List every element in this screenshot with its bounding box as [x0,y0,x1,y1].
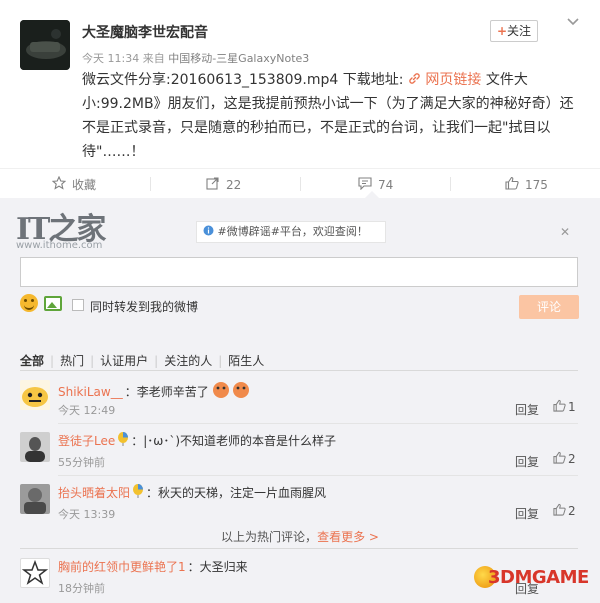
plus-icon: + [496,24,508,38]
balloon-badge-icon [117,432,129,449]
emoji-icon[interactable] [20,294,38,312]
comment-like-count: 2 [568,452,576,466]
follow-label: 关注 [507,24,532,38]
thumbs-up-icon [553,451,566,467]
commenter-avatar[interactable] [20,558,50,588]
web-link[interactable]: 网页链接 [408,72,481,88]
repost-checkbox[interactable] [72,299,84,311]
comment-count: 74 [378,177,394,192]
comment-like-count: 2 [568,504,576,518]
brand-part2: GAME [531,567,589,588]
filter-strangers[interactable]: 陌生人 [228,352,264,369]
comment-time: 55分钟前 [58,456,105,469]
link-icon [408,72,425,88]
ithome-url: www.ithome.com [16,240,103,251]
divider [20,548,578,549]
reply-button[interactable]: 回复 [515,401,539,418]
chevron-down-icon[interactable] [566,14,580,28]
filter-separator: | [218,353,223,368]
filter-separator: | [50,353,55,368]
post-meta: 今天 11:34 来自 中国移动-三星GalaxyNote3 [82,50,309,66]
divider [150,177,151,191]
repost-button[interactable]: 22 [206,176,241,193]
comment-time: 18分钟前 [58,582,105,595]
commenter-name[interactable]: 抬头晒着太阳 [58,484,130,501]
thumbs-up-icon [505,176,519,193]
more-comments-prefix: 以上为热门评论， [221,530,318,544]
chevron-right-icon[interactable]: > [365,530,379,544]
comment-input[interactable] [20,257,578,287]
comment-header: 抬头晒着太阳 ：秋天的天梯，注定一片血雨腥风 [58,484,326,501]
comment-text: ：李老师辛苦了 [124,385,209,399]
divider [300,177,301,191]
divider [450,177,451,191]
more-comments-link[interactable]: 查看更多 [317,530,365,544]
like-count: 175 [525,177,548,192]
repost-count: 22 [226,177,242,192]
comment-time: 今天 12:49 [58,404,116,417]
follow-button[interactable]: +关注 [490,20,538,42]
author-avatar[interactable] [20,20,70,70]
balloon-badge-icon [132,484,144,501]
author-name[interactable]: 大圣魔脑李世宏配音 [82,22,208,42]
repost-icon [206,176,220,193]
filter-separator: | [154,353,159,368]
commenter-name[interactable]: ShikiLaw__ [58,385,123,399]
image-upload-icon[interactable] [44,296,62,311]
sticker-icon [211,380,251,403]
comment-text: ：大圣归来 [187,560,248,574]
notice-banner[interactable]: #微博辟谣#平台，欢迎查阅！ [196,221,386,243]
commenter-avatar[interactable] [20,484,50,514]
close-icon[interactable]: ✕ [560,225,570,239]
3dm-game-watermark: 3DMGAME [488,567,589,588]
divider [58,423,578,424]
filter-verified[interactable]: 认证用户 [100,352,148,369]
comment-header: 登徒子Lee ：|･ω･`)不知道老师的本音是什么样子 [58,432,336,449]
commenter-avatar[interactable] [20,432,50,462]
comment-text: ：|･ω･`)不知道老师的本音是什么样子 [131,434,337,448]
reply-button[interactable]: 回复 [515,505,539,522]
commenter-avatar[interactable] [20,380,50,410]
comment-header: 胸前的红领巾更鲜艳了1 ：大圣归来 [58,558,248,575]
comment-like-button[interactable]: 1 [553,399,576,415]
source-prefix: 来自 [142,52,165,65]
star-icon [51,175,67,193]
thumbs-up-icon [553,399,566,415]
comment-filter-bar: 全部 | 热门 | 认证用户 | 关注的人 | 陌生人 [20,352,264,369]
reply-button[interactable]: 回复 [515,453,539,470]
commenter-name[interactable]: 胸前的红领巾更鲜艳了1 [58,558,186,575]
filter-all[interactable]: 全部 [20,352,44,369]
favorite-label: 收藏 [72,178,97,192]
post-body: 微云文件分享:20160613_153809.mp4 下载地址: 网页链接 文件… [82,68,582,164]
filter-separator: | [90,353,95,368]
comment-time: 今天 13:39 [58,508,116,521]
brand-part1: 3DM [488,567,532,588]
comment-header: ShikiLaw__ ：李老师辛苦了 [58,380,251,403]
info-icon [203,225,218,238]
more-comments-bar: 以上为热门评论，查看更多 > [0,528,600,545]
notice-text: #微博辟谣#平台，欢迎查阅！ [217,225,368,238]
comment-like-count: 1 [568,400,576,414]
post-time[interactable]: 今天 11:34 [82,52,139,65]
post-source[interactable]: 中国移动-三星GalaxyNote3 [168,52,309,65]
action-bar: 收藏 22 74 175 [0,168,600,198]
divider [58,475,578,476]
filter-hot[interactable]: 热门 [60,352,84,369]
repost-checkbox-label: 同时转发到我的微博 [90,300,199,314]
post-text-part1: 微云文件分享:20160613_153809.mp4 下载地址: [82,72,404,88]
commenter-name[interactable]: 登徒子Lee [58,432,115,449]
favorite-button[interactable]: 收藏 [51,175,97,193]
comment-text: ：秋天的天梯，注定一片血雨腥风 [146,486,327,500]
comment-like-button[interactable]: 2 [553,451,576,467]
like-button[interactable]: 175 [505,176,548,193]
submit-comment-button[interactable]: 评论 [519,295,579,319]
comment-caret [365,191,379,198]
comment-like-button[interactable]: 2 [553,503,576,519]
web-link-label: 网页链接 [425,72,482,88]
filter-following[interactable]: 关注的人 [164,352,212,369]
divider [20,370,578,371]
thumbs-up-icon [553,503,566,519]
